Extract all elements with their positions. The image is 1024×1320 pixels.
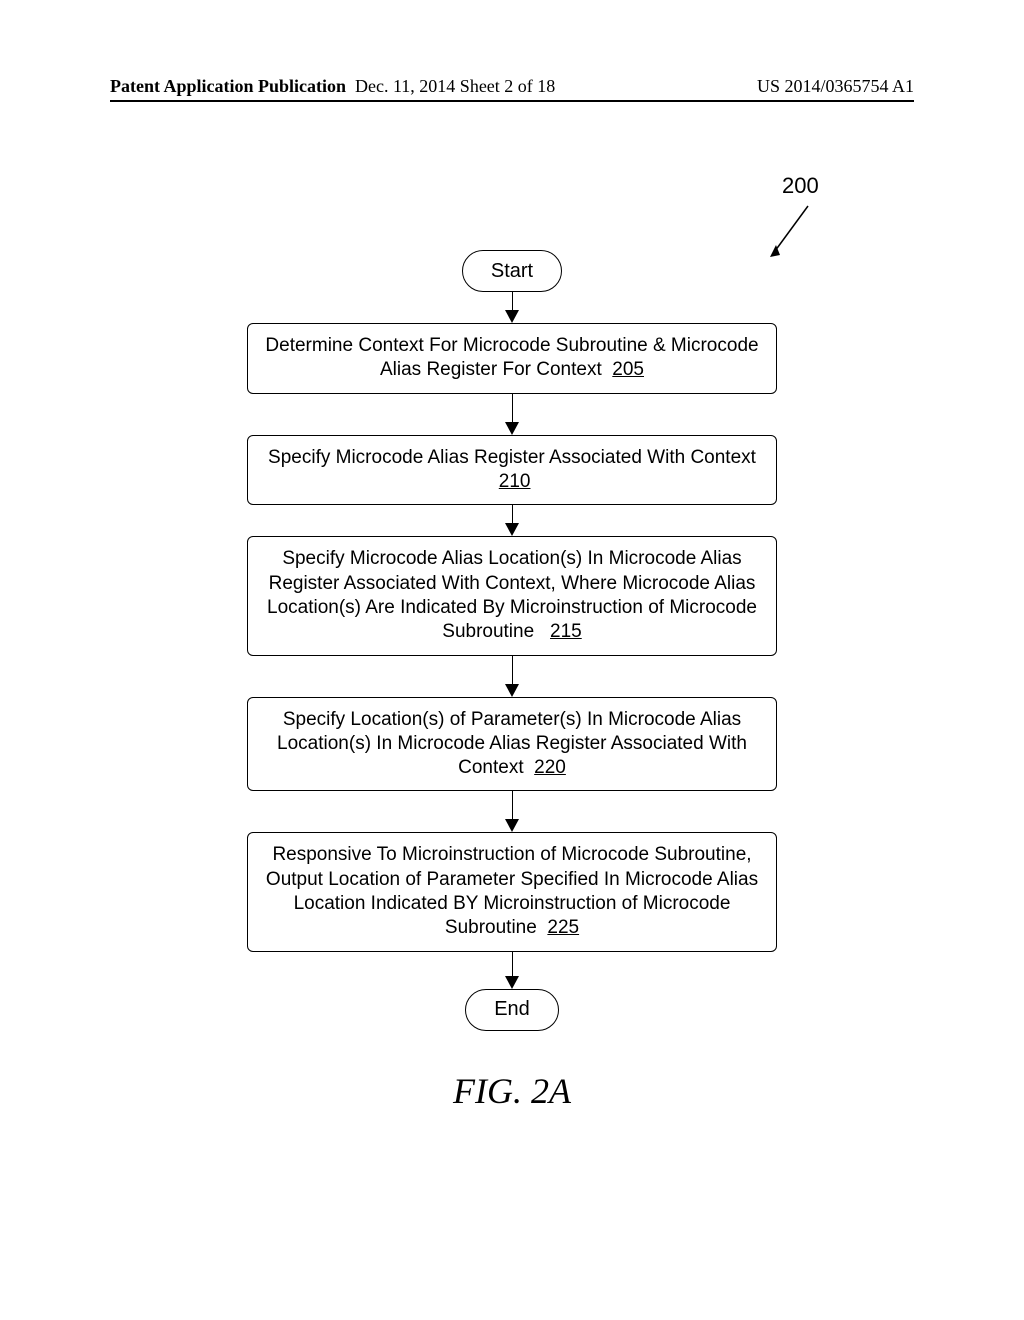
figure-caption: FIG. 2A (0, 1070, 1024, 1112)
step-225-ref: 225 (547, 917, 579, 938)
start-label: Start (491, 260, 533, 283)
connector-stem (512, 292, 513, 310)
end-terminator: End (465, 989, 559, 1031)
arrowhead-down-icon (505, 976, 519, 989)
figure-reference-number: 200 (782, 173, 819, 199)
step-215-text: Specify Microcode Alias Location(s) In M… (267, 548, 757, 642)
step-205-text: Determine Context For Microcode Subrouti… (265, 335, 758, 380)
step-225-text: Responsive To Microinstruction of Microc… (266, 844, 758, 938)
arrowhead-down-icon (505, 310, 519, 323)
step-220-box: Specify Location(s) of Parameter(s) In M… (247, 697, 777, 792)
header-date-sheet-label: Dec. 11, 2014 Sheet 2 of 18 (355, 76, 555, 97)
step-205-box: Determine Context For Microcode Subrouti… (247, 323, 777, 394)
step-225-box: Responsive To Microinstruction of Microc… (247, 832, 777, 951)
step-205-ref: 205 (612, 359, 644, 380)
header-doc-number-label: US 2014/0365754 A1 (757, 76, 914, 97)
header-rule (110, 100, 914, 102)
start-terminator: Start (462, 250, 562, 292)
connector-stem (512, 791, 513, 819)
connector-stem (512, 505, 513, 523)
connector-stem (512, 952, 513, 976)
arrowhead-down-icon (505, 523, 519, 536)
page: Patent Application Publication Dec. 11, … (0, 0, 1024, 1320)
connector-arrow (505, 394, 519, 435)
arrowhead-down-icon (505, 819, 519, 832)
connector-arrow (505, 505, 519, 536)
connector-arrow (505, 791, 519, 832)
end-label: End (494, 998, 530, 1021)
connector-arrow (505, 952, 519, 989)
connector-stem (512, 656, 513, 684)
step-210-text: Specify Microcode Alias Register Associa… (268, 447, 756, 468)
header-publication-label: Patent Application Publication (110, 76, 346, 97)
step-215-box: Specify Microcode Alias Location(s) In M… (247, 536, 777, 655)
connector-arrow (505, 656, 519, 697)
arrowhead-down-icon (505, 422, 519, 435)
step-210-box: Specify Microcode Alias Register Associa… (247, 435, 777, 506)
step-210-ref: 210 (499, 471, 531, 492)
arrowhead-down-icon (505, 684, 519, 697)
connector-stem (512, 394, 513, 422)
connector-arrow (505, 292, 519, 323)
step-215-ref: 215 (550, 621, 582, 642)
step-220-text: Specify Location(s) of Parameter(s) In M… (277, 709, 747, 779)
step-220-ref: 220 (534, 757, 566, 778)
flowchart: Start Determine Context For Microcode Su… (0, 250, 1024, 1031)
